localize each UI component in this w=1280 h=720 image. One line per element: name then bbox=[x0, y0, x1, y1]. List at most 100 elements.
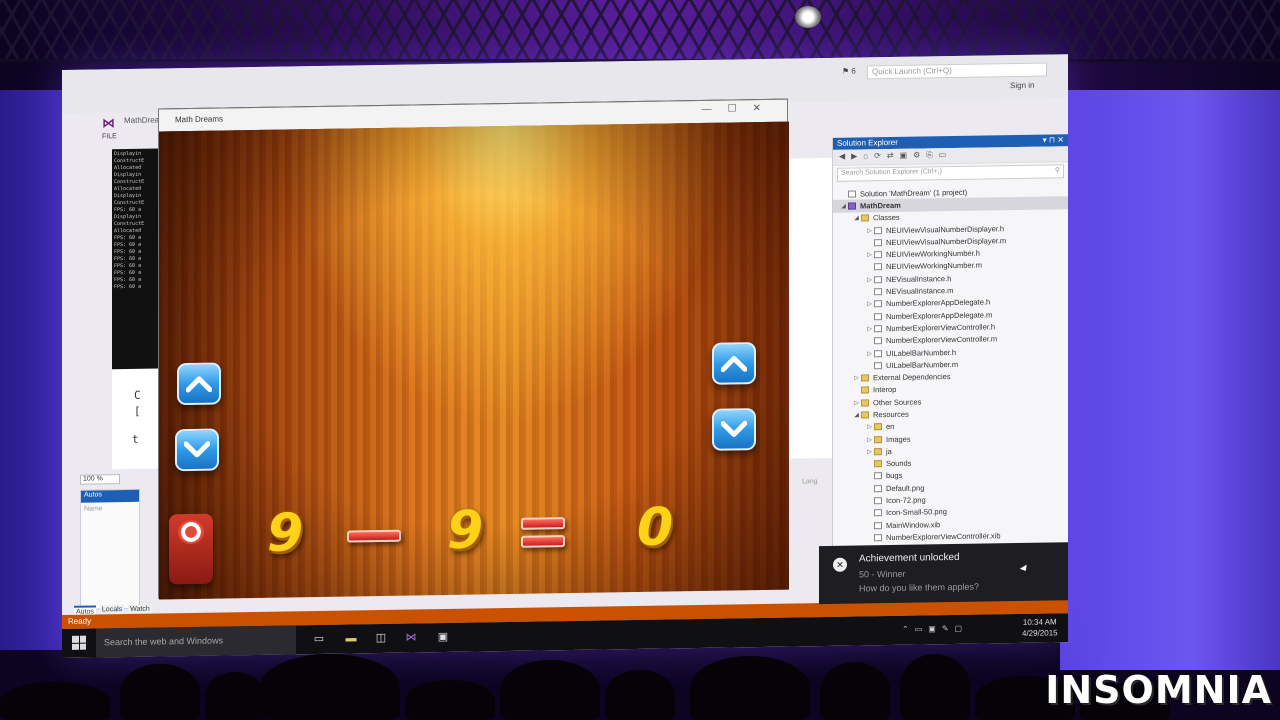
expanded-arrow-icon[interactable]: ◢ bbox=[852, 411, 861, 418]
vs-menu-file[interactable]: FILE bbox=[102, 133, 117, 140]
solution-tree-item-label: NumberExplorerViewController.xib bbox=[886, 531, 1001, 543]
solution-tree-item-label: Other Sources bbox=[873, 397, 922, 407]
solution-tree-item-label: NumberExplorerViewController.h bbox=[886, 322, 996, 333]
solution-explorer-title: Solution Explorer bbox=[837, 137, 898, 148]
audience-head bbox=[820, 662, 890, 720]
game-window-buttons[interactable]: —☐✕ bbox=[702, 103, 777, 115]
solution-tree-item-label: Default.png bbox=[886, 483, 925, 493]
file-explorer-icon[interactable]: ▬ bbox=[344, 631, 358, 645]
file-icon bbox=[874, 325, 882, 333]
solution-tree-item-label: Icon-Small-50.png bbox=[886, 507, 947, 518]
panel-close-icon[interactable]: ▾ ⊓ ✕ bbox=[1043, 135, 1064, 145]
system-tray[interactable]: ⌃▭▣✎▢ bbox=[902, 624, 968, 634]
search-icon: ⚲ bbox=[1054, 167, 1060, 175]
solution-tree-item-label: Images bbox=[886, 434, 911, 444]
file-icon bbox=[874, 361, 882, 370]
solution-tree-item-label: en bbox=[886, 422, 895, 432]
collapsed-arrow-icon[interactable]: ▷ bbox=[865, 325, 874, 332]
achievement-toast[interactable]: ✕ Achievement unlocked 50 - Winner How d… bbox=[819, 541, 1068, 605]
file-icon bbox=[874, 288, 882, 296]
notifications-flag[interactable]: ⚑ 6 bbox=[842, 67, 856, 76]
code-fragment: [ bbox=[134, 404, 141, 418]
file-icon bbox=[874, 472, 882, 480]
app-taskbar-icon[interactable]: ▣ bbox=[436, 630, 450, 644]
start-button-icon[interactable] bbox=[72, 635, 86, 650]
folder-icon bbox=[874, 460, 882, 468]
collapsed-arrow-icon[interactable]: ▷ bbox=[865, 424, 874, 431]
task-view-icon[interactable]: ▭ bbox=[312, 632, 326, 646]
audience-head bbox=[500, 660, 600, 720]
audience-head bbox=[690, 656, 810, 720]
audience-head bbox=[605, 670, 675, 720]
collapsed-arrow-icon[interactable]: ▷ bbox=[852, 399, 861, 406]
record-button[interactable] bbox=[169, 513, 213, 585]
equals-operator-bottom bbox=[521, 535, 565, 548]
folder-icon bbox=[861, 374, 869, 382]
file-icon bbox=[874, 312, 882, 320]
chevron-down-icon bbox=[721, 420, 747, 437]
taskbar-clock[interactable]: 10:34 AM 4/29/2015 bbox=[1022, 616, 1058, 639]
folder-icon bbox=[861, 399, 869, 407]
lang-column-header: Lang bbox=[802, 478, 818, 486]
solution-tree-item-label: Classes bbox=[873, 213, 900, 223]
solution-tree-item-label: NumberExplorerAppDelegate.h bbox=[886, 297, 991, 309]
left-up-arrow-button[interactable] bbox=[177, 362, 221, 406]
solution-tree-item-label: ja bbox=[886, 446, 892, 456]
solution-explorer-toolbar[interactable]: ◀▶⌂⟳⇄▣⚙⎘▭ bbox=[833, 146, 1068, 166]
expanded-arrow-icon[interactable]: ◢ bbox=[839, 203, 848, 210]
autos-name-column: Name bbox=[84, 505, 103, 513]
collapsed-arrow-icon[interactable]: ▷ bbox=[852, 375, 861, 382]
toast-title: Achievement unlocked bbox=[859, 551, 960, 565]
solution-tree-item-label: Solution 'MathDream' (1 project) bbox=[860, 187, 968, 199]
solution-tree-item-label: bugs bbox=[886, 471, 903, 481]
math-dreams-window: Math Dreams —☐✕ 9 9 0 bbox=[158, 98, 789, 600]
solution-tree-item-label: UILabelBarNumber.h bbox=[886, 347, 957, 358]
expanded-arrow-icon[interactable]: ◢ bbox=[852, 215, 861, 222]
audience-head bbox=[405, 680, 495, 720]
file-icon bbox=[874, 263, 882, 271]
quick-launch-input[interactable]: Quick Launch (Ctrl+Q) bbox=[867, 62, 1047, 80]
project-icon bbox=[848, 202, 856, 210]
zoom-level-selector[interactable]: 100 % bbox=[80, 474, 120, 485]
collapsed-arrow-icon[interactable]: ▷ bbox=[865, 448, 874, 455]
game-canvas: 9 9 0 bbox=[159, 121, 789, 600]
folder-icon bbox=[874, 423, 882, 431]
collapsed-arrow-icon[interactable]: ▷ bbox=[865, 350, 874, 357]
right-down-arrow-button[interactable] bbox=[712, 408, 756, 451]
collapsed-arrow-icon[interactable]: ▷ bbox=[865, 301, 874, 308]
solution-tree-item-label: NumberExplorerAppDelegate.m bbox=[886, 309, 993, 321]
folder-icon bbox=[861, 214, 869, 222]
chevron-down-icon bbox=[184, 441, 210, 458]
file-icon bbox=[874, 337, 882, 345]
solution-explorer: Solution Explorer ▾ ⊓ ✕ ◀▶⌂⟳⇄▣⚙⎘▭ Search… bbox=[832, 134, 1068, 558]
solution-tree-item-label: NEUIViewWorkingNumber.h bbox=[886, 248, 980, 260]
visual-studio-taskbar-icon[interactable]: ⋈ bbox=[404, 630, 418, 644]
collapsed-arrow-icon[interactable]: ▷ bbox=[865, 276, 874, 283]
toast-subtitle: 50 - Winner bbox=[859, 568, 906, 580]
solution-tree-item-label: NEVisualInstance.h bbox=[886, 273, 952, 284]
folder-icon bbox=[874, 447, 882, 456]
toast-message: How do you like them apples? bbox=[859, 581, 980, 594]
collapsed-arrow-icon[interactable]: ▷ bbox=[865, 436, 874, 443]
status-text: Ready bbox=[68, 616, 92, 626]
result-digit: 0 bbox=[637, 497, 674, 558]
right-up-arrow-button[interactable] bbox=[712, 342, 756, 385]
file-icon bbox=[874, 349, 882, 357]
solution-tree-item-label: Interop bbox=[873, 385, 897, 395]
right-operand-digit: 9 bbox=[447, 500, 484, 561]
solution-tree-item-label: MainWindow.xib bbox=[886, 519, 941, 530]
collapsed-arrow-icon[interactable]: ▷ bbox=[865, 251, 874, 258]
left-down-arrow-button[interactable] bbox=[175, 428, 219, 472]
folder-icon bbox=[874, 435, 882, 443]
solution-search-input[interactable]: Search Solution Explorer (Ctrl+;) ⚲ bbox=[837, 164, 1064, 182]
collapsed-arrow-icon[interactable]: ▷ bbox=[865, 227, 874, 234]
lighting-truss bbox=[0, 0, 1280, 62]
file-icon bbox=[874, 238, 882, 247]
minus-operator bbox=[347, 529, 401, 543]
solution-tree-item-label: MathDream bbox=[860, 200, 901, 211]
equals-operator-top bbox=[521, 517, 565, 530]
store-icon[interactable]: ◫ bbox=[374, 631, 388, 645]
solution-tree-item-label: NEUIViewWorkingNumber.m bbox=[886, 260, 983, 272]
sign-in-link[interactable]: Sign in bbox=[1010, 81, 1034, 90]
file-icon bbox=[874, 300, 882, 308]
